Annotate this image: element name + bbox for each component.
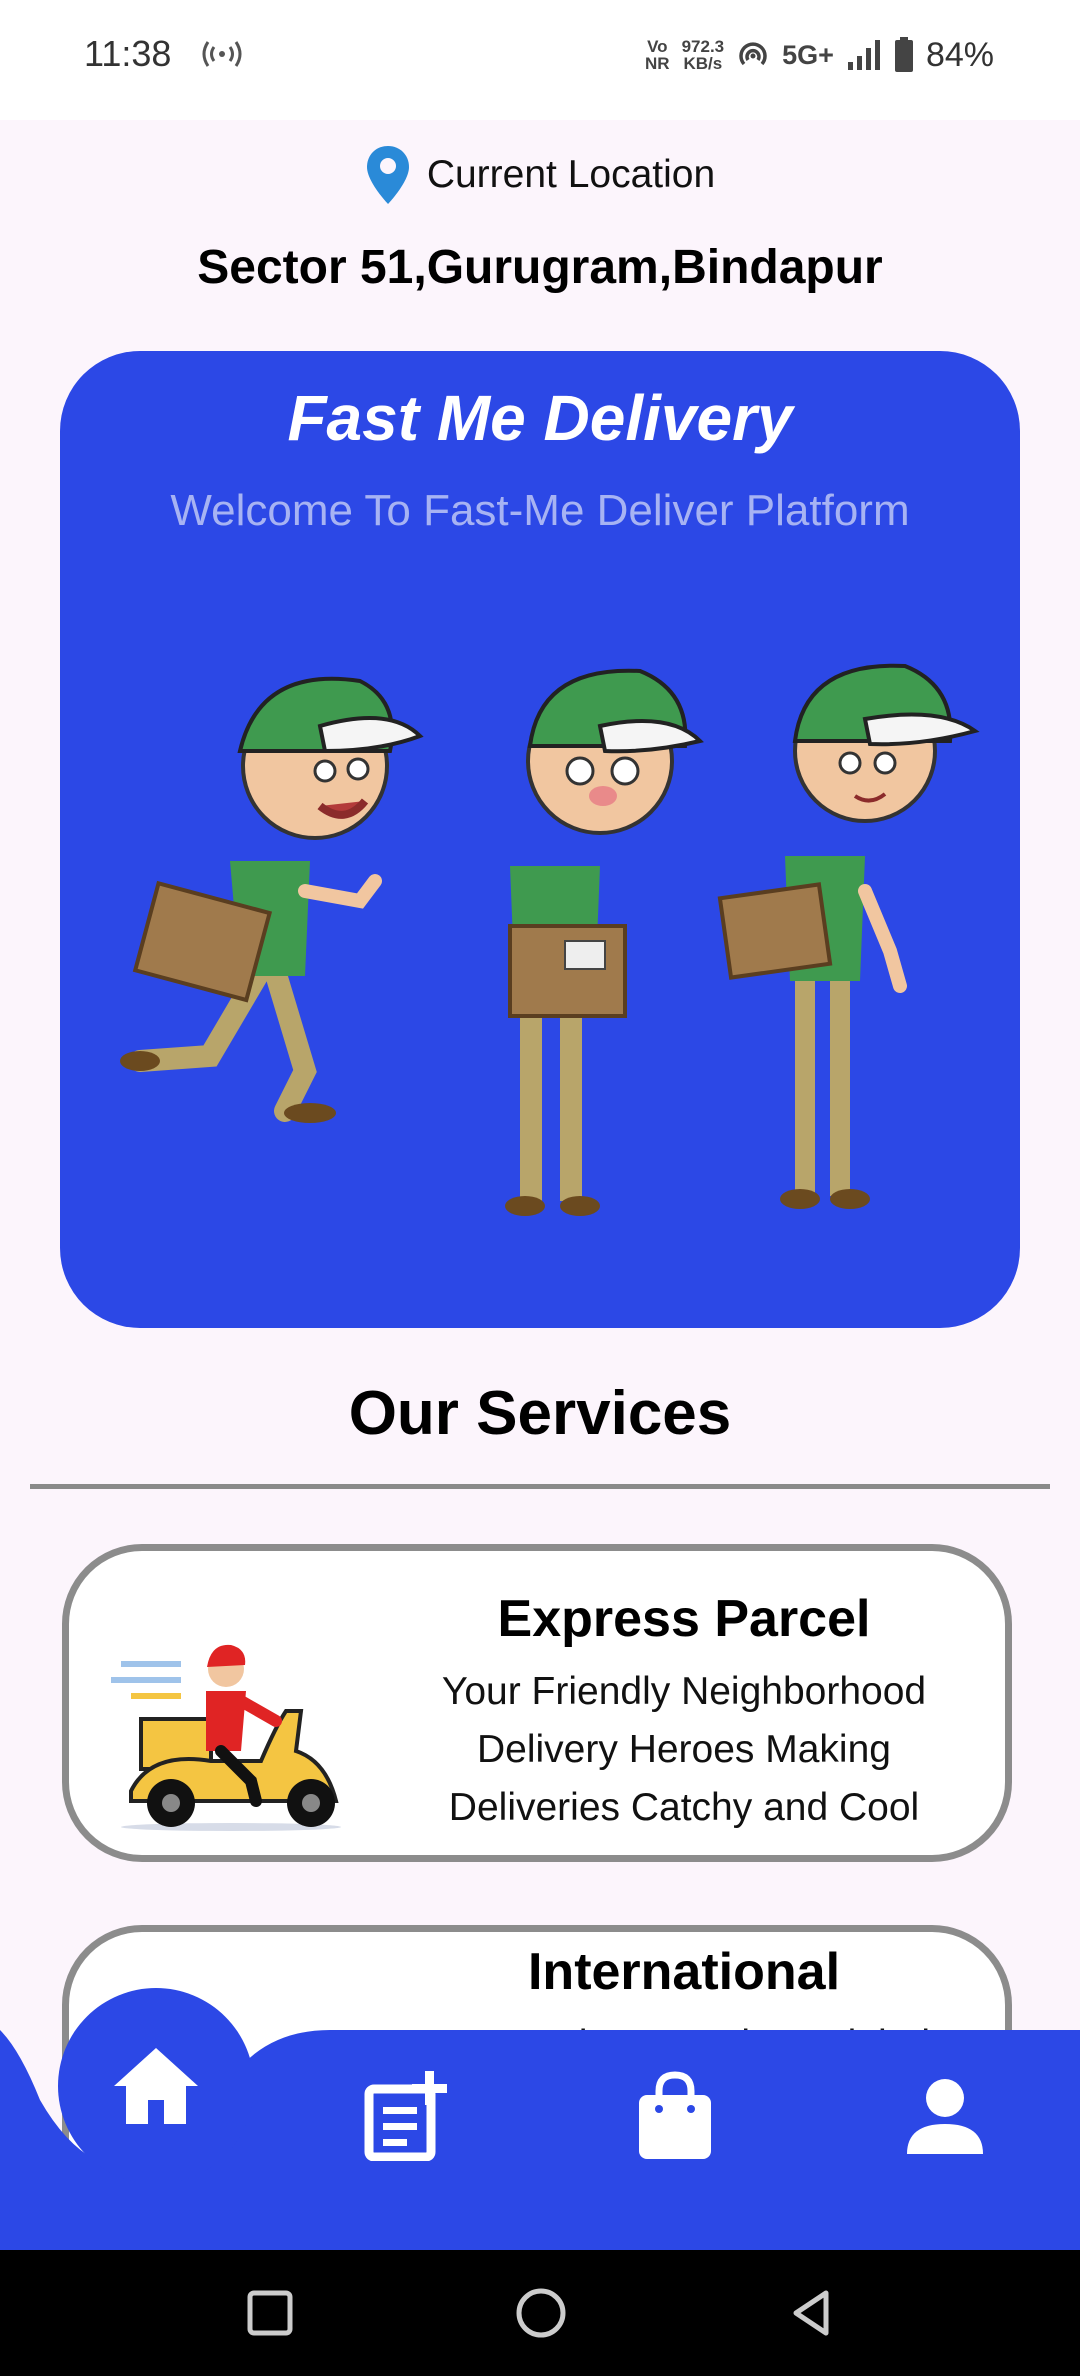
services-heading: Our Services <box>348 1379 732 1448</box>
divider <box>30 1484 1050 1489</box>
hero-title: Fast Me Delivery <box>287 382 793 454</box>
status-time: 11:38 <box>84 33 172 74</box>
status-bar: 11:38 Vo NR 972.3 KB/s 5G+ 84% <box>0 0 1080 120</box>
battery-percent: 84% <box>925 35 994 74</box>
nav-profile-button[interactable] <box>895 2066 995 2166</box>
hero-subtitle: Welcome To Fast-Me Deliver Platform <box>170 486 910 535</box>
hotspot-signal-icon <box>202 41 242 67</box>
bottom-navigation-bar <box>0 1988 1080 2250</box>
hero-banner: Fast Me Delivery Welcome To Fast-Me Deli… <box>60 351 1020 1328</box>
orders-icon <box>364 2071 447 2161</box>
volte-indicator: Vo NR <box>645 37 670 73</box>
profile-icon <box>907 2079 983 2154</box>
current-location-row[interactable]: Current Location <box>0 142 1080 208</box>
system-navigation-bar <box>0 2250 1080 2376</box>
card-text: Express Parcel Your Friendly Neighborhoo… <box>399 1589 969 1837</box>
nav-bag-button[interactable] <box>625 2066 725 2166</box>
home-icon <box>114 2048 198 2124</box>
location-pin-icon <box>366 146 409 204</box>
current-address: Sector 51,Gurugram,Bindapur <box>197 241 883 294</box>
signal-icon <box>847 40 880 70</box>
scooter-rider-icon <box>111 1644 341 1831</box>
network-speed: 972.3 KB/s <box>681 37 725 73</box>
nav-home-button[interactable] <box>58 1988 254 2184</box>
system-home-icon[interactable] <box>511 2283 571 2343</box>
nav-orders-button[interactable] <box>356 2066 456 2166</box>
bag-icon <box>639 2071 711 2159</box>
hotspot-icon <box>739 42 767 66</box>
card-title: Express Parcel <box>497 1590 871 1648</box>
battery-icon <box>894 37 913 72</box>
back-icon[interactable] <box>782 2283 842 2343</box>
recent-apps-icon[interactable] <box>240 2283 300 2343</box>
network-type: 5G+ <box>782 39 834 70</box>
card-title: International <box>527 1943 841 2001</box>
current-location-label: Current Location <box>426 153 716 196</box>
card-description: Your Friendly Neighborhood Delivery Hero… <box>441 1670 927 1829</box>
service-card-express-parcel[interactable]: Express Parcel Your Friendly Neighborhoo… <box>62 1544 1012 1862</box>
status-indicators: Vo NR 972.3 KB/s 5G+ 84% <box>645 30 994 80</box>
delivery-men-illustration <box>120 663 980 1216</box>
